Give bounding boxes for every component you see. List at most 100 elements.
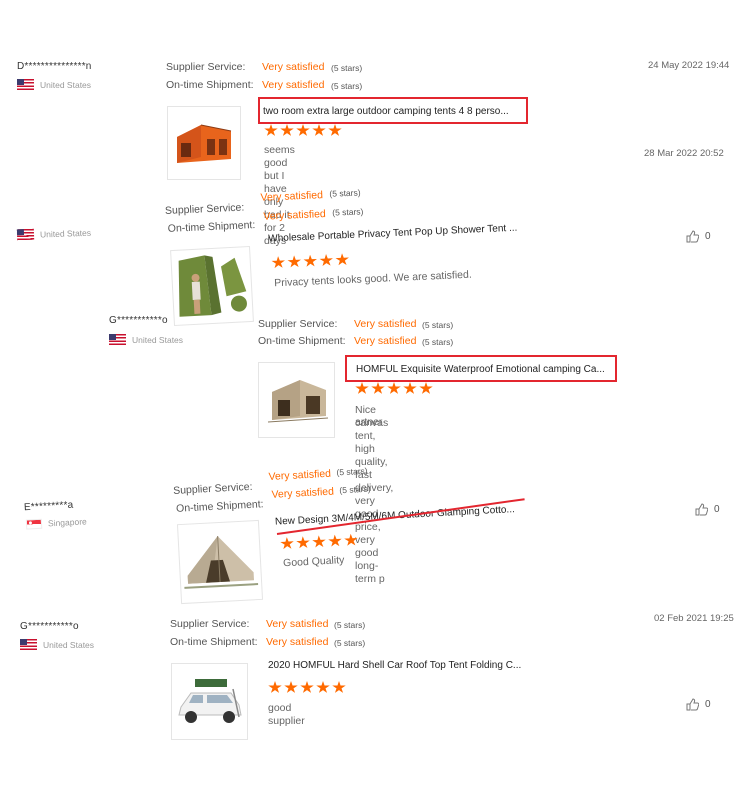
- supplier-service-stars: (5 stars): [422, 320, 454, 330]
- rating-stars: [264, 124, 342, 137]
- star-icon: [312, 124, 326, 136]
- country-label: Singapore: [47, 516, 87, 529]
- supplier-service-label: Supplier Service:: [166, 61, 246, 73]
- shipment-value: Very satisfied: [262, 79, 325, 91]
- product-title-link[interactable]: HOMFUL Exquisite Waterproof Emotional ca…: [345, 355, 617, 382]
- star-icon: [319, 254, 334, 268]
- review-comment: good supplier: [268, 702, 305, 727]
- product-image[interactable]: [170, 245, 254, 327]
- supplier-service-label: Supplier Service:: [258, 318, 338, 330]
- like-button[interactable]: 0: [686, 230, 711, 243]
- buyer-country: United States: [17, 79, 91, 90]
- star-icon: [328, 124, 342, 136]
- star-icon: [371, 382, 385, 394]
- star-icon: [403, 382, 417, 394]
- review-comment: Privacy tents looks good. We are satisfi…: [273, 268, 472, 290]
- rating-stars: [355, 382, 433, 395]
- country-label: United States: [39, 227, 92, 239]
- supplier-service-label: Supplier Service:: [172, 480, 253, 497]
- supplier-service-stars: (5 stars): [334, 620, 366, 630]
- rating-stars: [268, 681, 346, 694]
- product-title-link[interactable]: two room extra large outdoor camping ten…: [258, 97, 528, 124]
- supplier-service-value: Very satisfied: [268, 467, 332, 483]
- rating-stars: [280, 533, 359, 550]
- buyer-name: E*********a: [23, 499, 74, 514]
- supplier-service-value: Very satisfied: [260, 189, 324, 204]
- product-title: Wholesale Portable Privacy Tent Pop Up S…: [268, 222, 518, 245]
- product-title: HOMFUL Exquisite Waterproof Emotional ca…: [356, 364, 605, 375]
- supplier-service-label: Supplier Service:: [170, 618, 250, 630]
- supplier-service-value: Very satisfied: [354, 318, 417, 330]
- country-label: United States: [132, 334, 184, 345]
- shipment-value: Very satisfied: [263, 207, 327, 223]
- country-label: United States: [40, 79, 92, 90]
- shipment-label: On-time Shipment:: [170, 636, 258, 648]
- star-icon: [296, 536, 311, 550]
- shipment-stars: (5 stars): [339, 483, 371, 496]
- buyer-name: D***************n: [17, 61, 92, 72]
- roof-top-tent-car-icon: [177, 678, 242, 723]
- star-icon: [335, 253, 350, 267]
- buyer-name: G***********o: [20, 621, 79, 632]
- shipment-value: Very satisfied: [354, 335, 417, 347]
- like-count: 0: [705, 699, 711, 710]
- shipment-stars: (5 stars): [422, 337, 454, 347]
- country-label: United States: [43, 639, 95, 650]
- review-date: 24 May 2022 19:44: [648, 60, 730, 71]
- product-image[interactable]: [258, 362, 335, 438]
- buyer-name: G***********o: [109, 315, 168, 326]
- star-icon: [328, 534, 343, 548]
- star-icon: [344, 533, 359, 547]
- star-icon: [355, 382, 369, 394]
- star-icon: [312, 535, 327, 549]
- star-icon: [280, 537, 295, 551]
- star-icon: [300, 681, 314, 693]
- supplier-service-value: Very satisfied: [266, 618, 329, 630]
- shipment-label: On-time Shipment:: [258, 335, 346, 347]
- supplier-service-stars: (5 stars): [336, 465, 368, 478]
- thumbs-up-icon: [686, 698, 699, 711]
- buyer-country: United States: [16, 227, 92, 241]
- like-count: 0: [714, 504, 720, 515]
- star-icon: [303, 254, 318, 268]
- product-title-link[interactable]: 2020 HOMFUL Hard Shell Car Roof Top Tent…: [268, 660, 521, 671]
- star-icon: [316, 681, 330, 693]
- supplier-service-value: Very satisfied: [262, 61, 325, 73]
- product-image[interactable]: [171, 663, 248, 740]
- orange-cabin-tent-icon: [177, 124, 232, 163]
- product-image[interactable]: [176, 519, 264, 605]
- product-image[interactable]: [167, 106, 241, 180]
- product-title-link[interactable]: Wholesale Portable Privacy Tent Pop Up S…: [268, 223, 517, 245]
- shipment-label: On-time Shipment:: [175, 498, 264, 515]
- shipment-value: Very satisfied: [266, 636, 329, 648]
- star-icon: [296, 124, 310, 136]
- us-flag-icon: [20, 639, 37, 650]
- us-flag-icon: [17, 79, 34, 90]
- supplier-service-stars: (5 stars): [329, 187, 361, 199]
- buyer-country: United States: [109, 334, 183, 345]
- us-flag-icon: [109, 334, 126, 345]
- like-button[interactable]: 0: [695, 503, 720, 516]
- supplier-service-label: Supplier Service:: [164, 201, 245, 217]
- star-icon: [271, 256, 286, 270]
- shipment-value: Very satisfied: [271, 485, 335, 501]
- rating-stars: [271, 253, 349, 269]
- review-comment: Good Quality: [282, 554, 345, 570]
- star-icon: [268, 681, 282, 693]
- singapore-flag-icon: [25, 518, 43, 530]
- shipment-stars: (5 stars): [332, 206, 364, 218]
- like-button[interactable]: 0: [686, 698, 711, 711]
- shipment-stars: (5 stars): [334, 638, 366, 648]
- us-flag-icon: [16, 228, 35, 241]
- product-title: 2020 HOMFUL Hard Shell Car Roof Top Tent…: [268, 660, 522, 671]
- product-title: two room extra large outdoor camping ten…: [263, 106, 509, 117]
- review-comment-continued: artner: [355, 416, 383, 428]
- star-icon: [280, 124, 294, 136]
- star-icon: [332, 681, 346, 693]
- like-count: 0: [705, 231, 711, 242]
- star-icon: [264, 124, 278, 136]
- star-icon: [387, 382, 401, 394]
- thumbs-up-icon: [695, 503, 708, 516]
- buyer-country: Singapore: [25, 516, 87, 530]
- review-date: 28 Mar 2022 20:52: [644, 148, 724, 159]
